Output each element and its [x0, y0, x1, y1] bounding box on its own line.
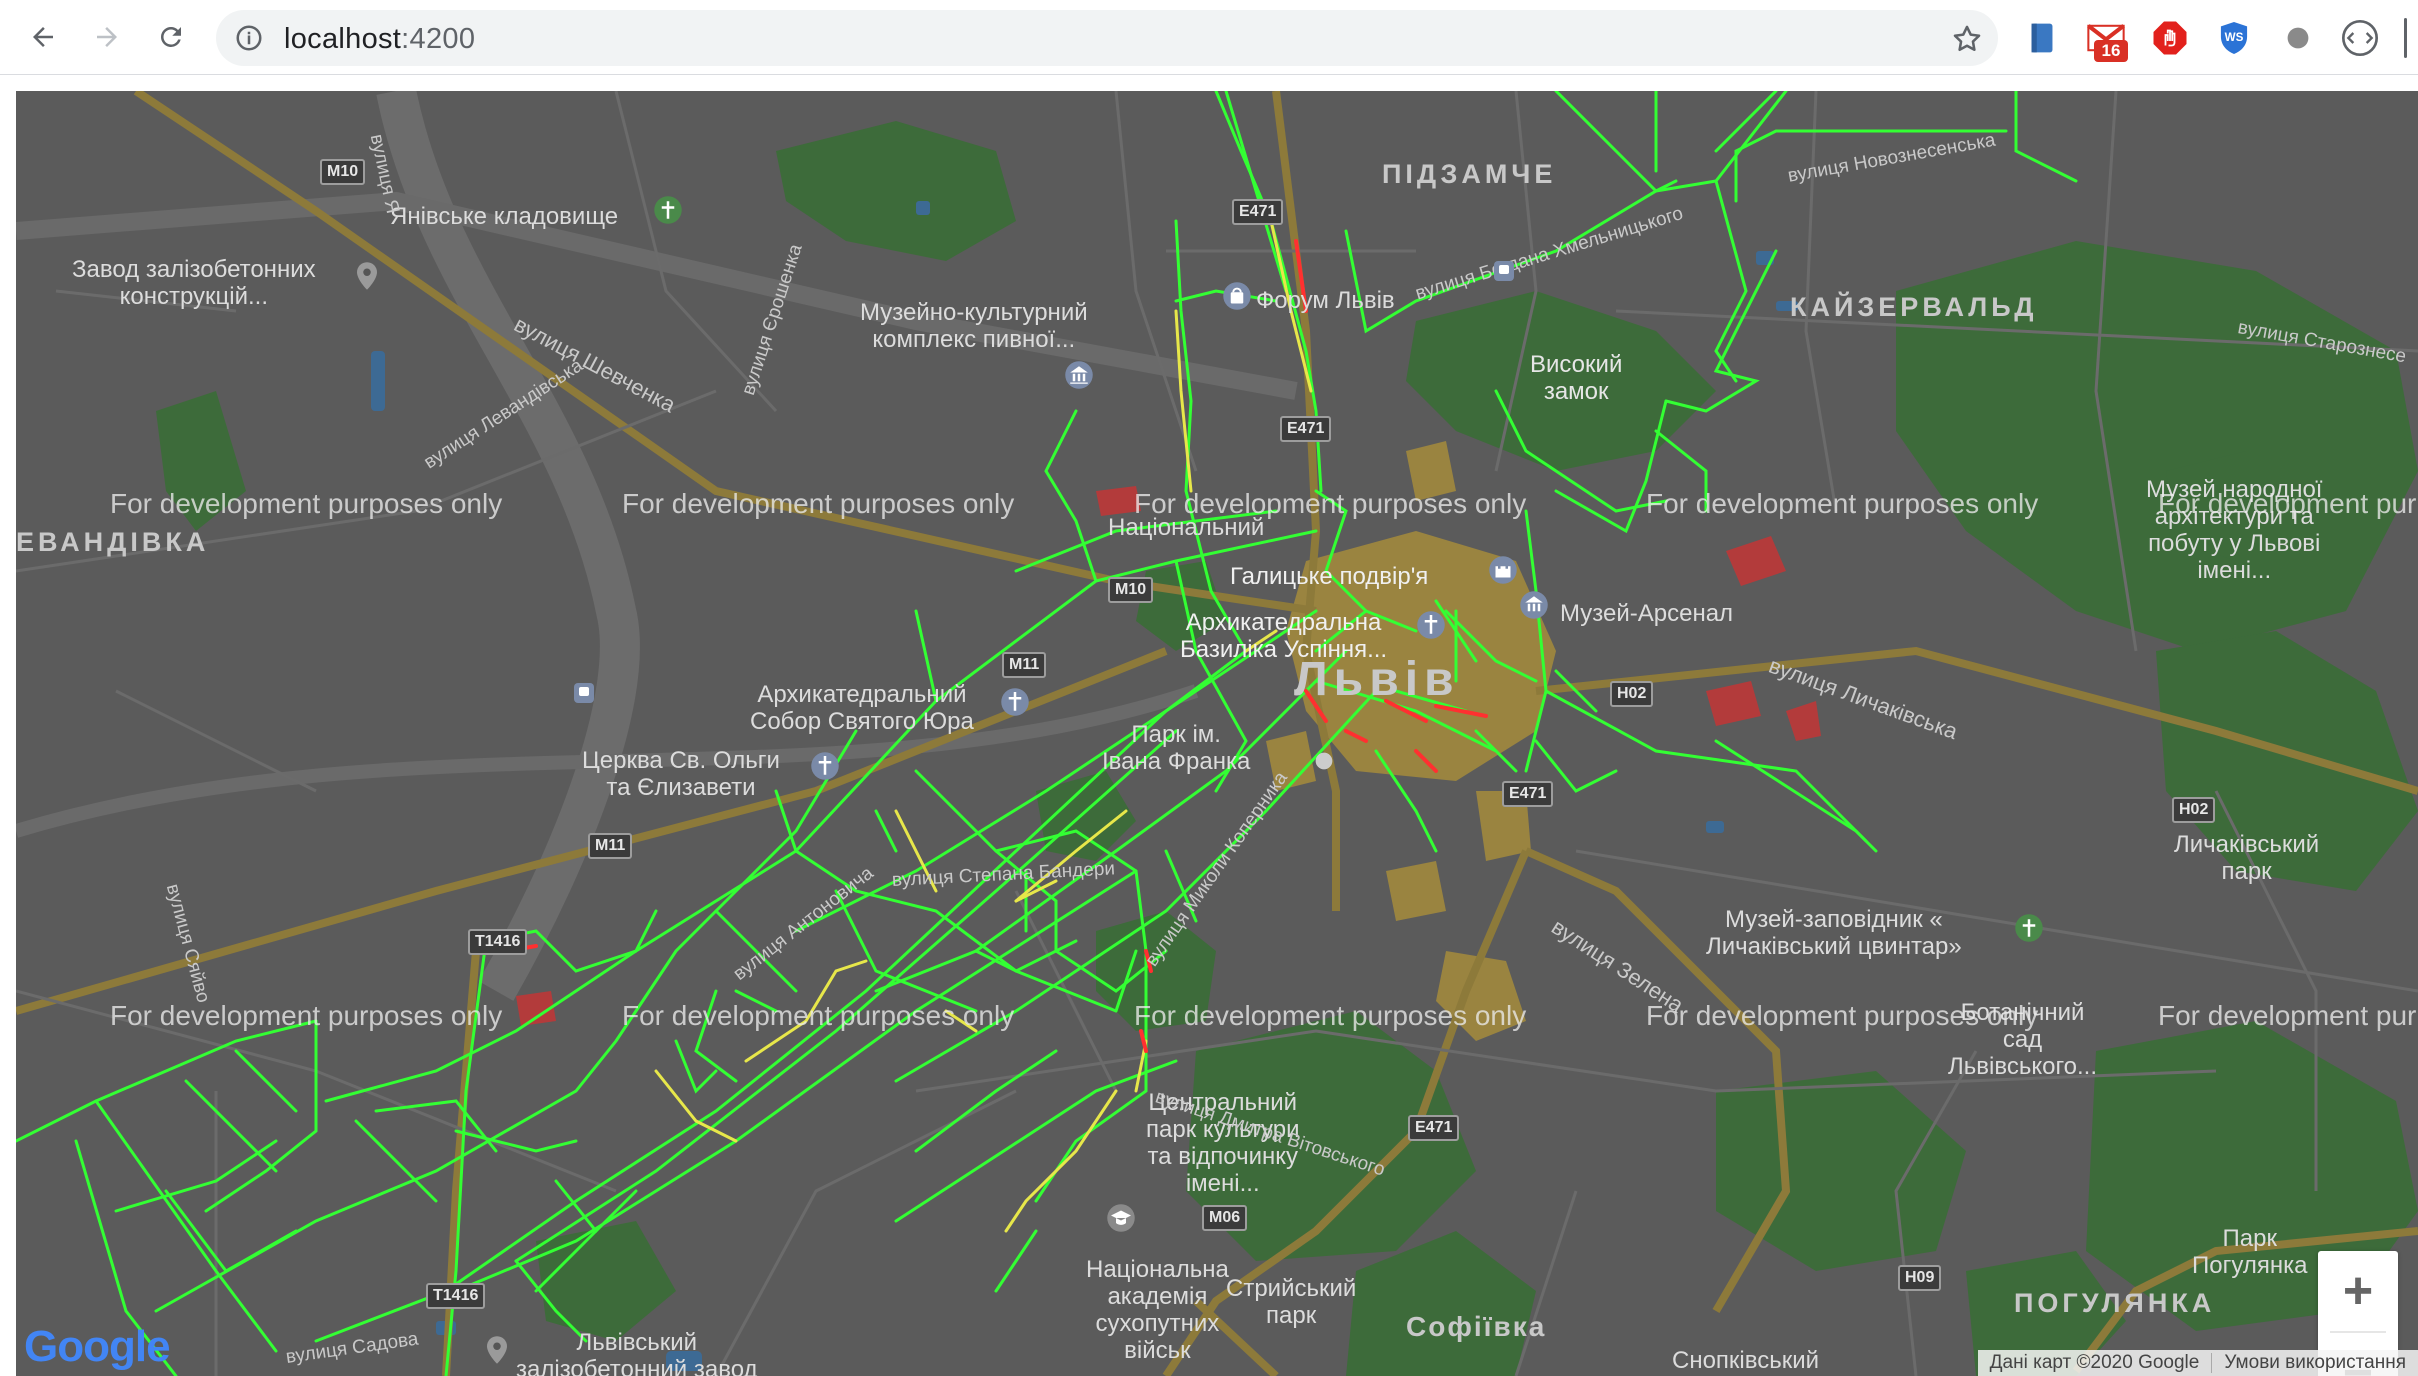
highway-shield-h02-a: H02	[1610, 681, 1654, 707]
cathedral-pin-icon[interactable]	[1000, 687, 1030, 717]
district-label-kaizervald: КАЙЗЕРВАЛЬД	[1790, 292, 2038, 322]
district-label-sofiivka: Софіївка	[1406, 1311, 1547, 1342]
dev-watermark: For development purposes only	[1134, 1000, 1527, 1031]
place-label-forum: Форум Львів	[1256, 287, 1395, 314]
reload-button[interactable]	[148, 14, 194, 60]
url-text[interactable]: localhost:4200	[284, 23, 475, 56]
highway-shield-m10: M10	[320, 159, 366, 185]
dev-watermark: For development purposes only	[1646, 1000, 2039, 1031]
dev-watermark: For development purposes only	[622, 1000, 1015, 1031]
place-label-park-pohulianka: Парк Погулянка	[2192, 1225, 2308, 1279]
shopping-pin-icon[interactable]	[1222, 281, 1252, 311]
dev-watermark: For development purposes only	[2158, 1000, 2418, 1031]
dev-watermark: For development purposes only	[1134, 488, 1527, 519]
back-button[interactable]	[20, 14, 66, 60]
railway-station-icon[interactable]	[572, 681, 596, 705]
adblock-extension-icon[interactable]	[2150, 18, 2190, 58]
url-port: :4200	[401, 23, 476, 55]
highway-shield-m06: M06	[1202, 1205, 1248, 1231]
place-label-lychakivskyi-tsvyntar: Музей-заповідник « Личаківський цвинтар»	[1706, 906, 1962, 960]
place-label-park-franka: Парк ім. Івана Франка	[1102, 721, 1251, 775]
map-attribution: Дані карт ©2020 Google Умови використанн…	[1977, 1350, 2418, 1376]
svg-text:WS: WS	[2225, 31, 2244, 44]
place-label-arsenal: Музей-Арсенал	[1560, 600, 1734, 627]
place-label-lychakivskyi-park: Личаківський парк	[2174, 831, 2320, 885]
highway-shield-m11-b: M11	[588, 833, 633, 859]
place-label-yura: Архикатедральний Собор Святого Юра	[750, 681, 974, 735]
church-olhy-pin-icon[interactable]	[810, 751, 840, 781]
dev-watermark: For development purposes only	[110, 1000, 503, 1031]
district-label-levandivka: ЕВАНДІВКА	[16, 527, 210, 557]
tsvyntar-pin-icon[interactable]	[2014, 913, 2044, 943]
place-label-bazylika: Архикатедральна Базиліка Успіння...	[1180, 609, 1388, 663]
zavod-pin-icon[interactable]	[482, 1335, 512, 1365]
profile-extension-icon[interactable]	[2340, 18, 2380, 58]
city-label-lviv: Львів	[1294, 653, 1460, 706]
highway-shield-e471-d: E471	[1408, 1115, 1460, 1141]
highway-shield-e471-a: E471	[1232, 199, 1284, 225]
museum-pin-icon[interactable]	[1064, 360, 1094, 390]
google-logo[interactable]: Google	[24, 1322, 171, 1372]
factory-pin-icon[interactable]	[352, 261, 382, 291]
plus-icon: +	[2342, 1262, 2374, 1320]
browser-toolbar: localhost:4200 16 WS	[0, 0, 2418, 75]
highway-shield-m10-b: M10	[1108, 577, 1154, 603]
small-pin-icon[interactable]	[1314, 751, 1334, 771]
grey-dot-extension-icon[interactable]	[2278, 18, 2318, 58]
transit-station-icon[interactable]	[1492, 259, 1516, 283]
place-label-stryiskyi: Стрийський парк	[1226, 1275, 1357, 1329]
ws-shield-extension-icon[interactable]: WS	[2214, 18, 2254, 58]
forward-arrow-icon	[97, 27, 117, 47]
place-label-snopkivskyi: Снопківський	[1672, 1347, 1820, 1374]
zoom-in-button[interactable]: +	[2318, 1251, 2398, 1331]
highway-shield-t1416-a: T1416	[468, 929, 528, 955]
dev-watermark: For development purposes only	[1646, 488, 2039, 519]
church-pin-icon[interactable]	[1416, 610, 1446, 640]
place-label-lvivskyi-zavod: Львівський залізобетонний завод	[516, 1329, 758, 1376]
place-label-muzeino: Музейно-культурний комплекс пивної...	[860, 299, 1088, 353]
dev-watermark: For development purposes only	[622, 488, 1015, 519]
castle-pin-icon[interactable]	[1488, 555, 1518, 585]
map-data-attribution: Дані карт ©2020 Google	[1989, 1352, 2200, 1373]
cemetery-pin-icon[interactable]	[653, 195, 683, 225]
place-label-halytske: Галицьке подвір'я	[1230, 563, 1429, 590]
google-logo-text: Google	[24, 1322, 171, 1371]
place-label-akademiia: Національна академія сухопутних військ	[1086, 1256, 1229, 1364]
gmail-unread-badge: 16	[2094, 40, 2128, 62]
place-label-olhy: Церква Св. Ольги та Єлизавети	[582, 747, 780, 801]
address-bar[interactable]: localhost:4200	[216, 10, 1998, 66]
site-info-icon[interactable]	[234, 23, 264, 53]
highway-shield-e471-b: E471	[1280, 416, 1332, 442]
back-arrow-icon	[33, 27, 53, 47]
extension-book-icon[interactable]	[2022, 18, 2062, 58]
menu-kebab-icon[interactable]	[2404, 18, 2407, 58]
arsenal-pin-icon[interactable]	[1519, 590, 1549, 620]
place-label-zavod: Завод залізобетонних конструкцій...	[72, 256, 316, 310]
highway-shield-h09: H09	[1898, 1265, 1942, 1291]
highway-shield-m11: M11	[1002, 652, 1047, 678]
url-host: localhost	[284, 23, 402, 55]
bookmark-star-icon[interactable]	[1950, 22, 1984, 56]
district-label-pidzamche: ПІДЗАМЧЕ	[1382, 159, 1557, 189]
forward-button[interactable]	[84, 14, 130, 60]
terms-of-use-link[interactable]: Умови використання	[2212, 1352, 2418, 1374]
place-label-yanivske: Янівське кладовище	[390, 203, 619, 230]
highway-shield-e471-c: E471	[1502, 781, 1554, 807]
academy-pin-icon[interactable]	[1106, 1203, 1136, 1233]
district-label-pohulianka: ПОГУЛЯНКА	[2014, 1288, 2216, 1318]
highway-shield-h02-b: H02	[2172, 797, 2216, 823]
highway-shield-t1416-b: T1416	[426, 1283, 486, 1309]
dev-watermark: For development purposes only	[110, 488, 503, 519]
place-label-vysokyi: Високий замок	[1530, 351, 1623, 405]
map-viewport[interactable]: ПІДЗАМЧЕ КАЙЗЕРВАЛЬД ЕВАНДІВКА ПОГУЛЯНКА…	[16, 91, 2418, 1376]
reload-icon	[161, 27, 181, 47]
dev-watermark: For development purposes only	[2158, 488, 2418, 519]
